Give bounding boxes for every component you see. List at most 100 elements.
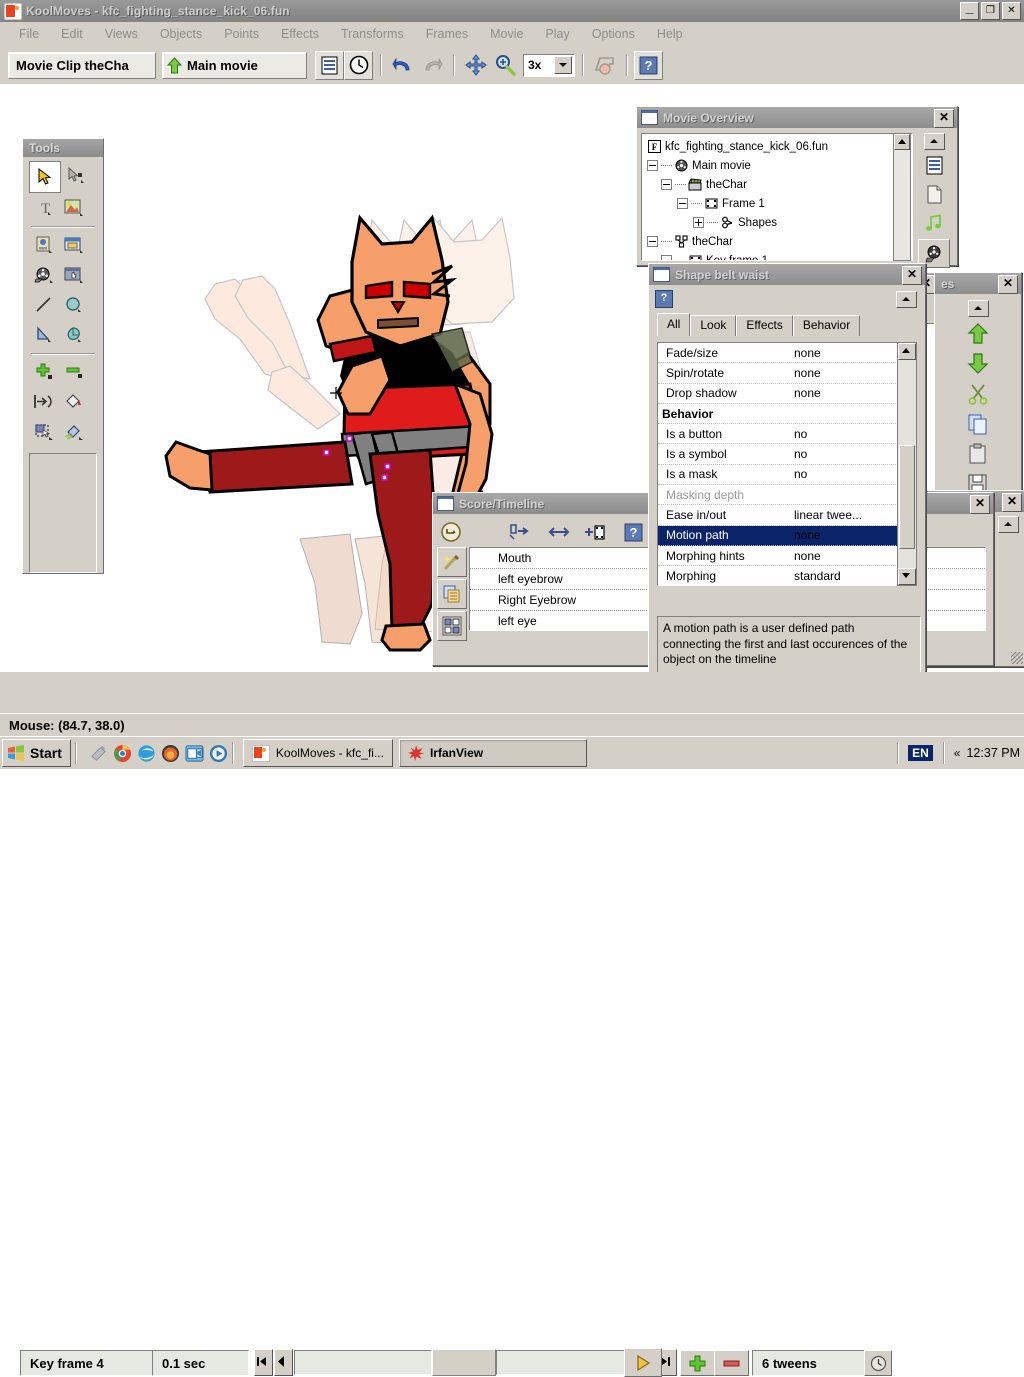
timeline-track-b[interactable]	[496, 1350, 638, 1375]
collapse-toggle-icon[interactable]	[677, 198, 688, 209]
add-keyframe-button[interactable]	[680, 1350, 715, 1376]
menu-objects[interactable]: Objects	[149, 25, 213, 43]
property-value[interactable]: no	[794, 427, 910, 441]
window-tool[interactable]	[59, 230, 89, 260]
tree-node-keyframe1[interactable]: Key frame 1	[645, 251, 912, 260]
collapse-button[interactable]	[967, 300, 989, 317]
property-row[interactable]: Fade/size none	[658, 343, 910, 364]
tab-look[interactable]: Look	[690, 315, 737, 336]
property-value[interactable]: none	[794, 346, 910, 360]
property-value[interactable]: none	[794, 386, 910, 400]
firefox-icon[interactable]	[161, 744, 180, 763]
start-button[interactable]: Start	[2, 739, 71, 767]
help-button[interactable]: ?	[655, 290, 673, 308]
property-row[interactable]: Is a mask no	[658, 465, 910, 486]
menu-help[interactable]: Help	[646, 25, 694, 43]
play-button[interactable]	[624, 1348, 662, 1377]
internet-explorer-icon[interactable]	[137, 744, 156, 763]
freeform-tool[interactable]	[59, 320, 89, 350]
tab-all[interactable]: All	[657, 313, 691, 336]
symbol-tool[interactable]	[29, 230, 59, 260]
paint-bucket-tool[interactable]	[59, 417, 89, 447]
clock[interactable]: 12:37 PM	[966, 746, 1020, 760]
shape-properties-list[interactable]: Fade/size none Spin/rotate none Drop sha…	[657, 342, 911, 586]
oval-tool[interactable]	[59, 290, 89, 320]
timing-button[interactable]	[864, 1350, 892, 1376]
tray-expand-icon[interactable]: «	[954, 746, 961, 760]
main-movie-button[interactable]: Main movie	[162, 51, 307, 79]
tree-node-thechar-symbol[interactable]: theChar	[645, 232, 912, 251]
menu-points[interactable]: Points	[213, 25, 270, 43]
resize-grip[interactable]	[1011, 652, 1023, 664]
collapse-button[interactable]	[998, 516, 1019, 533]
menu-views[interactable]: Views	[94, 25, 149, 43]
stretch-button[interactable]	[545, 518, 573, 546]
property-row[interactable]: Ease in/out linear twee...	[658, 505, 910, 526]
menu-play[interactable]: Play	[534, 25, 580, 43]
undo-button[interactable]	[388, 50, 417, 80]
copy-button[interactable]	[963, 411, 993, 437]
zoom-button[interactable]	[490, 50, 519, 80]
property-value[interactable]: standard	[794, 569, 910, 583]
insert-point-tool[interactable]	[29, 387, 59, 417]
collapse-toggle-icon[interactable]	[661, 255, 672, 260]
sound-button[interactable]	[919, 210, 949, 237]
close-icon[interactable]: ✕	[1002, 493, 1022, 512]
close-icon[interactable]: ✕	[902, 266, 922, 285]
scroll-thumb[interactable]	[899, 445, 915, 549]
image-tool[interactable]	[59, 193, 89, 223]
polygon-tool[interactable]	[29, 320, 59, 350]
property-row[interactable]: Morphing standard	[658, 566, 910, 585]
close-icon[interactable]: ✕	[970, 495, 990, 514]
menu-frames[interactable]: Frames	[415, 25, 479, 43]
collapse-button[interactable]	[896, 290, 917, 308]
menu-effects[interactable]: Effects	[270, 25, 330, 43]
movie-clip-field[interactable]: Movie Clip theCha	[8, 51, 156, 79]
language-indicator[interactable]: EN	[908, 745, 933, 761]
paste-button[interactable]	[963, 441, 993, 467]
taskbar-window-koolmoves[interactable]: KoolMoves - kfc_fi...	[242, 739, 393, 767]
chrome-icon[interactable]	[113, 744, 132, 763]
menu-movie[interactable]: Movie	[479, 25, 534, 43]
zoom-level-select[interactable]: 3x	[523, 53, 575, 77]
tab-effects[interactable]: Effects	[736, 315, 793, 336]
point-select-tool[interactable]	[61, 161, 91, 191]
button-tool[interactable]	[59, 260, 89, 290]
timeline-track-a[interactable]	[294, 1350, 432, 1375]
minimize-button[interactable]: _	[960, 0, 979, 20]
shape-properties-scrollbar[interactable]	[897, 342, 917, 586]
maximize-button[interactable]: ❐	[981, 2, 1000, 20]
property-value[interactable]: no	[794, 447, 910, 461]
chevron-down-icon[interactable]	[554, 55, 572, 74]
move-up-button[interactable]	[963, 321, 993, 347]
line-tool[interactable]	[29, 290, 59, 320]
scroll-up-icon[interactable]	[894, 134, 910, 150]
collapse-toggle-icon[interactable]	[647, 160, 658, 171]
property-value[interactable]: none	[794, 366, 910, 380]
add-point-tool[interactable]	[29, 357, 59, 387]
library-button[interactable]	[919, 181, 949, 208]
property-value[interactable]: no	[794, 467, 910, 481]
scroll-up-icon[interactable]	[898, 343, 916, 360]
tree-node-shapes[interactable]: Shapes	[645, 213, 912, 232]
scroll-down-icon[interactable]	[898, 568, 916, 585]
property-row[interactable]: Spin/rotate none	[658, 363, 910, 384]
select-tool[interactable]	[29, 161, 61, 193]
tree-node-file[interactable]: F kfc_fighting_stance_kick_06.fun	[645, 137, 912, 156]
media-player-icon[interactable]	[209, 744, 228, 763]
menu-transforms[interactable]: Transforms	[330, 25, 415, 43]
property-row-selected[interactable]: Motion path none	[658, 525, 910, 546]
collapse-button[interactable]	[919, 133, 949, 150]
property-value[interactable]: none	[794, 528, 910, 542]
timeline-thumb[interactable]	[432, 1349, 496, 1376]
movie-clip-tool[interactable]	[29, 260, 59, 290]
move-down-button[interactable]	[963, 351, 993, 377]
prev-frame-button[interactable]	[274, 1349, 293, 1376]
duplicate-button[interactable]	[437, 579, 467, 609]
taskbar-window-irfanview[interactable]: IrfanView	[398, 739, 587, 767]
remove-keyframe-button[interactable]	[714, 1350, 749, 1376]
marquee-tool[interactable]	[29, 417, 59, 447]
tree-node-thechar-clip[interactable]: theChar	[645, 175, 912, 194]
tree-node-frame1[interactable]: Frame 1	[645, 194, 912, 213]
collapse-toggle-icon[interactable]	[647, 236, 658, 247]
